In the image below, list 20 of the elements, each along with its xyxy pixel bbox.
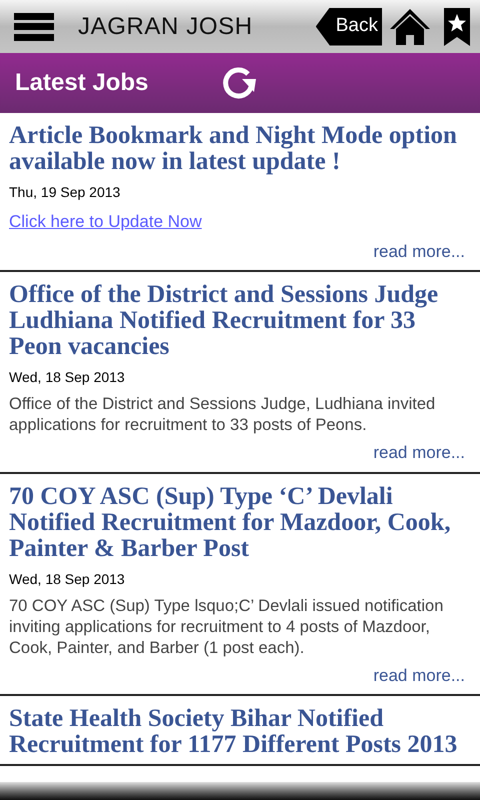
article-title[interactable]: 70 COY ASC (Sup) Type ‘C’ Devlali Notified Recruitment for Mazdoor, Cook, Painter & Barber Post: [9, 484, 471, 562]
refresh-icon[interactable]: [220, 65, 258, 101]
article-title[interactable]: Article Bookmark and Night Mode option available now in latest update !: [9, 123, 471, 175]
article-date: Thu, 19 Sep 2013: [9, 183, 122, 202]
app-title: JAGRAN JOSH: [78, 12, 253, 42]
back-button[interactable]: Back: [316, 8, 382, 46]
article-date: Wed, 18 Sep 2013: [9, 368, 126, 387]
article-summary: Office of the District and Sessions Judge, Ludhiana invited applications for recruitment to 33 posts of Peons.: [9, 394, 436, 436]
section-title: Latest Jobs: [15, 68, 150, 98]
article-summary: 70 COY ASC (Sup) Type lsquo;C’ Devlali issued notification inviting applications for recruitment to 4 posts of Mazdoor, Cook, Painter, and Barber (1 post each).: [9, 596, 444, 658]
bookmark-icon[interactable]: [444, 8, 470, 46]
read-more-link[interactable]: read more...: [373, 662, 465, 688]
read-more-link[interactable]: read more...: [373, 440, 465, 466]
article-title[interactable]: Office of the District and Sessions Judge Ludhiana Notified Recruitment for 33 Peon vacancies: [9, 282, 471, 360]
article-date: Wed, 18 Sep 2013: [9, 570, 126, 589]
read-more-link[interactable]: read more...: [373, 238, 465, 264]
home-icon[interactable]: [388, 6, 432, 46]
menu-icon[interactable]: [14, 10, 54, 42]
update-link[interactable]: Click here to Update Now: [9, 209, 202, 234]
article-title[interactable]: State Health Society Bihar Notified Recruitment for 1177 Different Posts 2013: [9, 706, 471, 758]
